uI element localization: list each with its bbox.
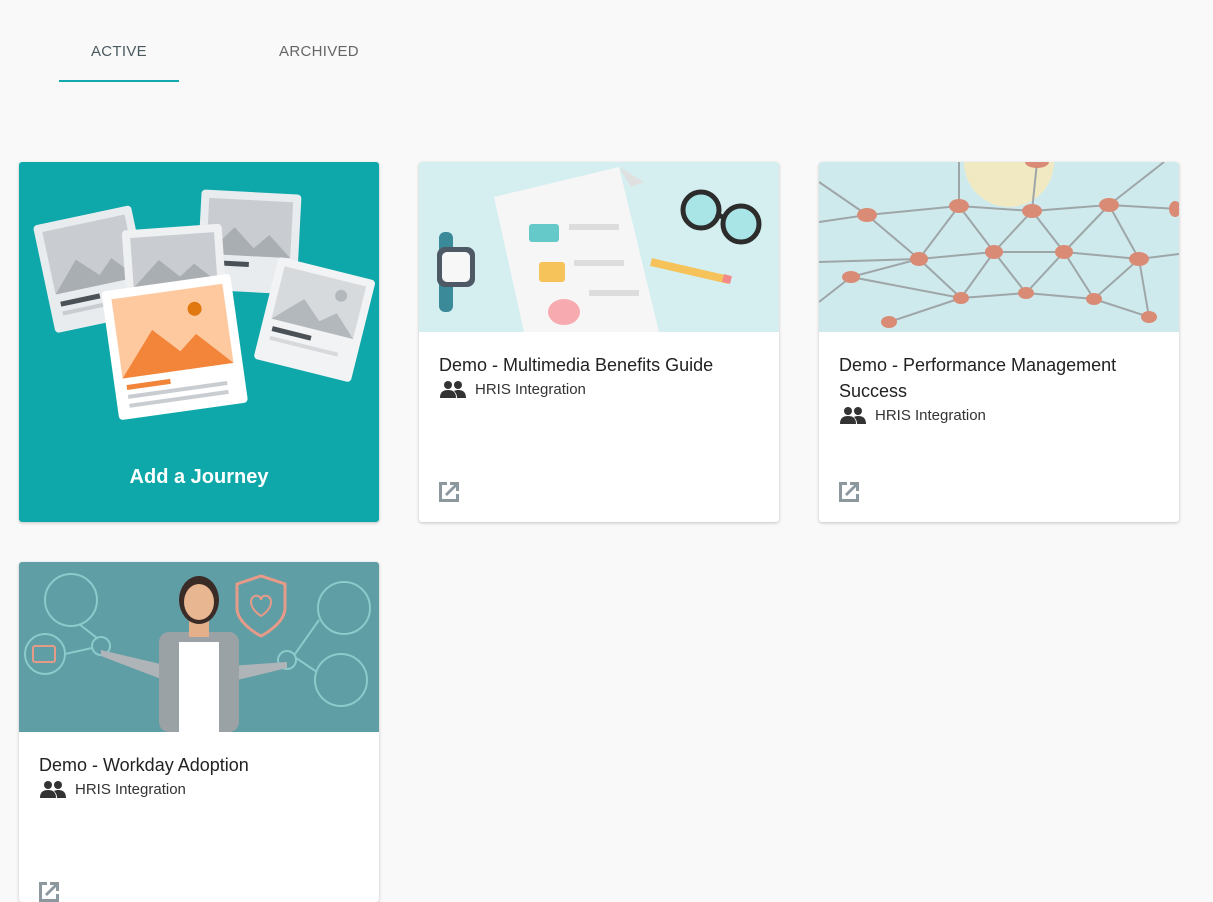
tab-archived[interactable]: ARCHIVED (259, 28, 379, 80)
journey-title: Demo - Multimedia Benefits Guide (439, 355, 714, 375)
journey-audience: HRIS Integration (439, 380, 759, 398)
audience-label: HRIS Integration (875, 406, 986, 424)
audience-label: HRIS Integration (475, 380, 586, 398)
journey-card[interactable]: Demo - Workday Adoption HRIS Integration (19, 562, 379, 902)
add-journey-label: Add a Journey (129, 466, 269, 488)
journey-audience: HRIS Integration (839, 406, 1159, 424)
people-icon (40, 781, 66, 798)
journey-title: Demo - Workday Adoption (39, 755, 249, 775)
network-illustration-icon (819, 162, 1179, 332)
photos-illustration-icon (33, 189, 375, 420)
open-external-icon[interactable] (35, 878, 63, 902)
benefits-illustration-icon (419, 162, 779, 332)
journey-audience: HRIS Integration (39, 780, 359, 798)
tab-active[interactable]: ACTIVE (59, 28, 179, 82)
open-external-icon[interactable] (435, 478, 463, 506)
audience-label: HRIS Integration (75, 780, 186, 798)
people-icon (440, 381, 466, 398)
journey-card[interactable]: Demo - Multimedia Benefits Guide HRIS In… (419, 162, 779, 522)
add-journey-card[interactable]: Add a Journey (19, 162, 379, 522)
open-external-icon[interactable] (835, 478, 863, 506)
journey-card[interactable]: Demo - Performance Management Success HR… (819, 162, 1179, 522)
people-icon (840, 407, 866, 424)
journey-title: Demo - Performance Management Success (839, 355, 1117, 401)
workday-illustration-icon (19, 562, 379, 732)
